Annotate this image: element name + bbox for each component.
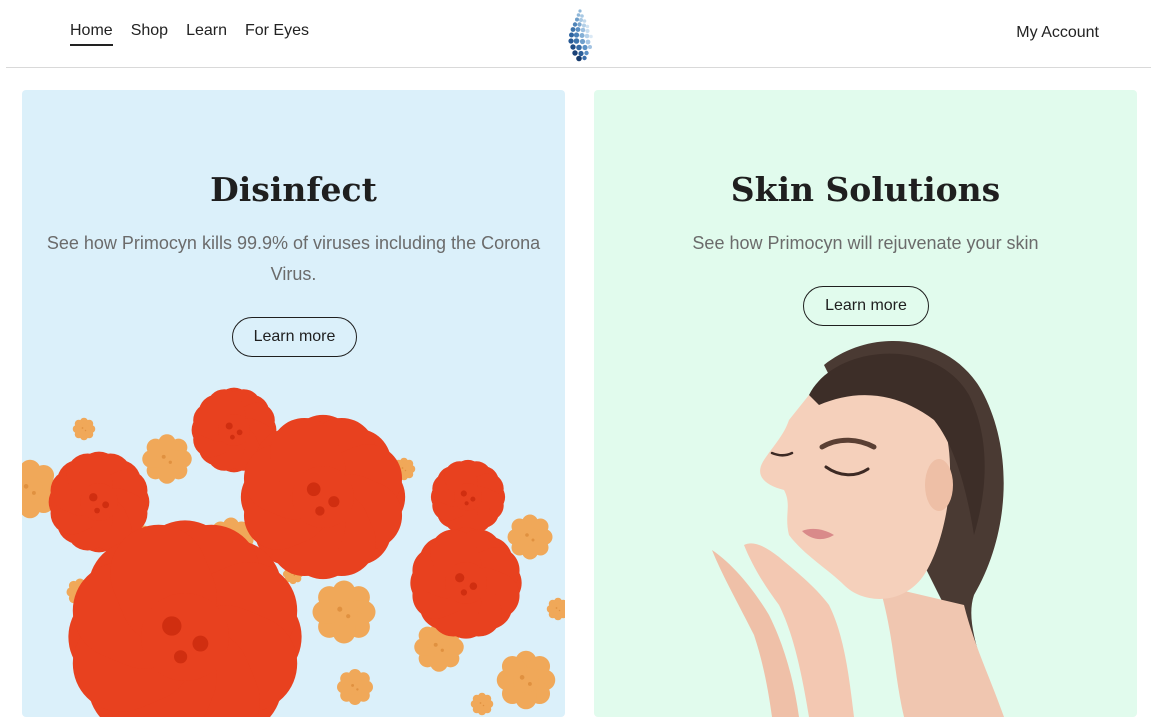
disinfect-description: See how Primocyn kills 99.9% of viruses … — [46, 233, 541, 284]
nav-for-eyes-link[interactable]: For Eyes — [245, 22, 309, 46]
virus-illustration-icon — [22, 387, 565, 717]
disinfect-card: Disinfect See how Primocyn kills 99.9% o… — [22, 90, 565, 717]
nav-learn-link[interactable]: Learn — [186, 22, 227, 46]
main-nav: Home Shop Learn For Eyes — [70, 22, 309, 46]
nav-home-link[interactable]: Home — [70, 22, 113, 46]
disinfect-title: Disinfect — [210, 170, 377, 209]
woman-portrait-icon — [712, 341, 1004, 717]
droplet-dots-logo-icon[interactable] — [562, 6, 598, 62]
skin-solutions-learn-more-button[interactable]: Learn more — [803, 286, 929, 326]
skin-solutions-description: See how Primocyn will rejuvenate your sk… — [692, 233, 1039, 253]
logo-dots — [568, 9, 593, 62]
skin-solutions-card: Skin Solutions See how Primocyn will rej… — [594, 90, 1137, 717]
disinfect-learn-more-button[interactable]: Learn more — [232, 317, 357, 357]
skin-solutions-title: Skin Solutions — [730, 170, 1001, 209]
nav-shop-link[interactable]: Shop — [131, 22, 168, 46]
my-account-link[interactable]: My Account — [1016, 24, 1099, 42]
site-header: Home Shop Learn For Eyes My Account — [6, 0, 1151, 68]
